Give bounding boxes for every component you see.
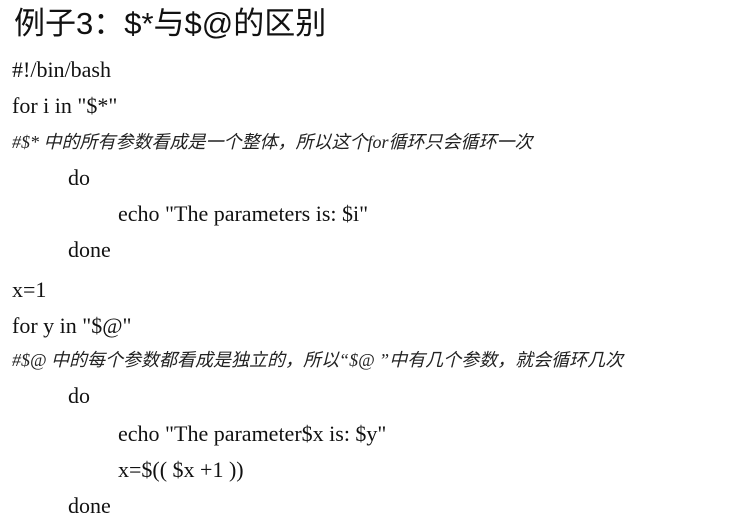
code-line-done-2: done (68, 493, 111, 518)
slide-title: 例子3：$*与$@的区别 (14, 6, 327, 41)
code-line-echo-2: echo "The parameter$x is: $y" (118, 421, 387, 446)
code-line-x-init: x=1 (12, 277, 47, 302)
code-line-do-1: do (68, 165, 90, 190)
comment-star: #$* 中的所有参数看成是一个整体，所以这个for循环只会循环一次 (12, 132, 533, 152)
code-line-do-2: do (68, 383, 90, 408)
code-line-shebang: #!/bin/bash (12, 57, 111, 82)
code-line-for-star: for i in "$*" (12, 93, 118, 118)
code-line-done-1: done (68, 237, 111, 262)
code-line-for-at: for y in "$@" (12, 313, 132, 338)
code-line-x-incr: x=$(( $x +1 )) (118, 457, 244, 482)
code-line-echo-1: echo "The parameters is: $i" (118, 201, 369, 226)
comment-at: #$@ 中的每个参数都看成是独立的，所以“$@ ”中有几个参数，就会循环几次 (12, 350, 624, 370)
